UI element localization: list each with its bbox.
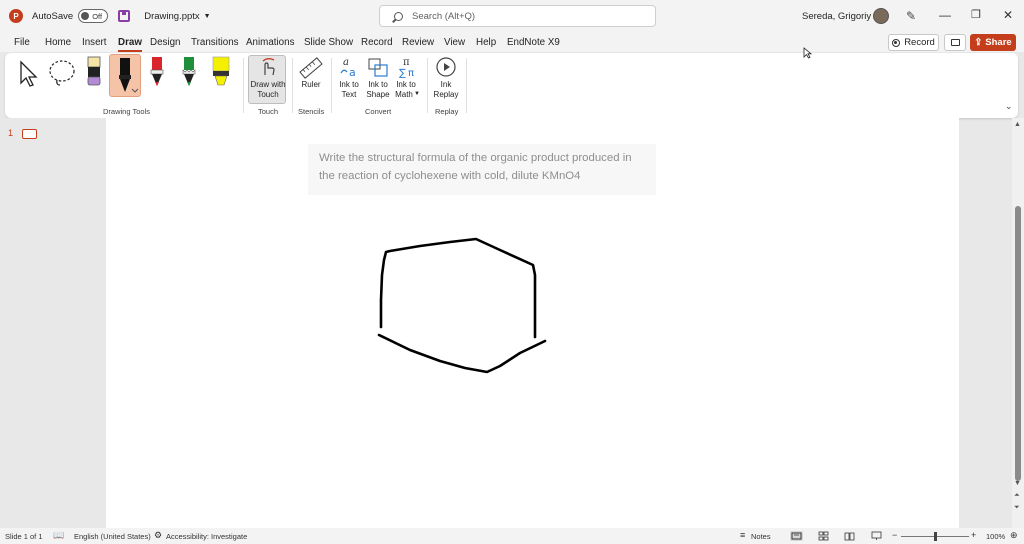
accessibility-status[interactable]: Accessibility: Investigate (166, 532, 247, 541)
notes-button[interactable]: Notes (751, 532, 771, 541)
scroll-down-icon[interactable]: ▼ (1014, 480, 1021, 487)
slide-show-button[interactable] (870, 531, 883, 541)
language-status[interactable]: English (United States) (74, 532, 151, 541)
vertical-scrollbar[interactable]: ▲ ▼ ⏶ ⏷ (1012, 118, 1024, 528)
mouse-cursor-icon (803, 47, 813, 59)
next-slide-icon[interactable]: ⏷ (1014, 504, 1020, 512)
normal-view-icon (791, 532, 802, 540)
spelling-book-icon[interactable]: 📖 (53, 530, 64, 541)
reading-view-button[interactable] (843, 531, 856, 541)
zoom-out-icon[interactable]: − (892, 530, 897, 540)
slide-count: Slide 1 of 1 (5, 532, 43, 541)
ink-hexagon-drawing[interactable] (0, 0, 1024, 544)
slide-show-icon (871, 531, 882, 540)
notes-icon: ≡ (740, 530, 746, 540)
fit-to-window-icon[interactable]: ⊕ (1010, 530, 1018, 541)
zoom-slider-thumb[interactable] (934, 532, 937, 541)
accessibility-icon: ⚙ (154, 530, 163, 540)
status-bar: Slide 1 of 1 📖 English (United States) ⚙… (0, 528, 1024, 544)
zoom-in-icon[interactable]: + (971, 530, 976, 540)
reading-view-icon (844, 532, 855, 541)
zoom-level[interactable]: 100% (986, 532, 1005, 541)
scroll-up-icon[interactable]: ▲ (1014, 121, 1021, 128)
previous-slide-icon[interactable]: ⏶ (1014, 492, 1020, 500)
slide-sorter-icon (818, 531, 829, 541)
normal-view-button[interactable] (790, 531, 803, 541)
scroll-thumb[interactable] (1015, 206, 1021, 481)
slide-sorter-button[interactable] (817, 531, 830, 541)
